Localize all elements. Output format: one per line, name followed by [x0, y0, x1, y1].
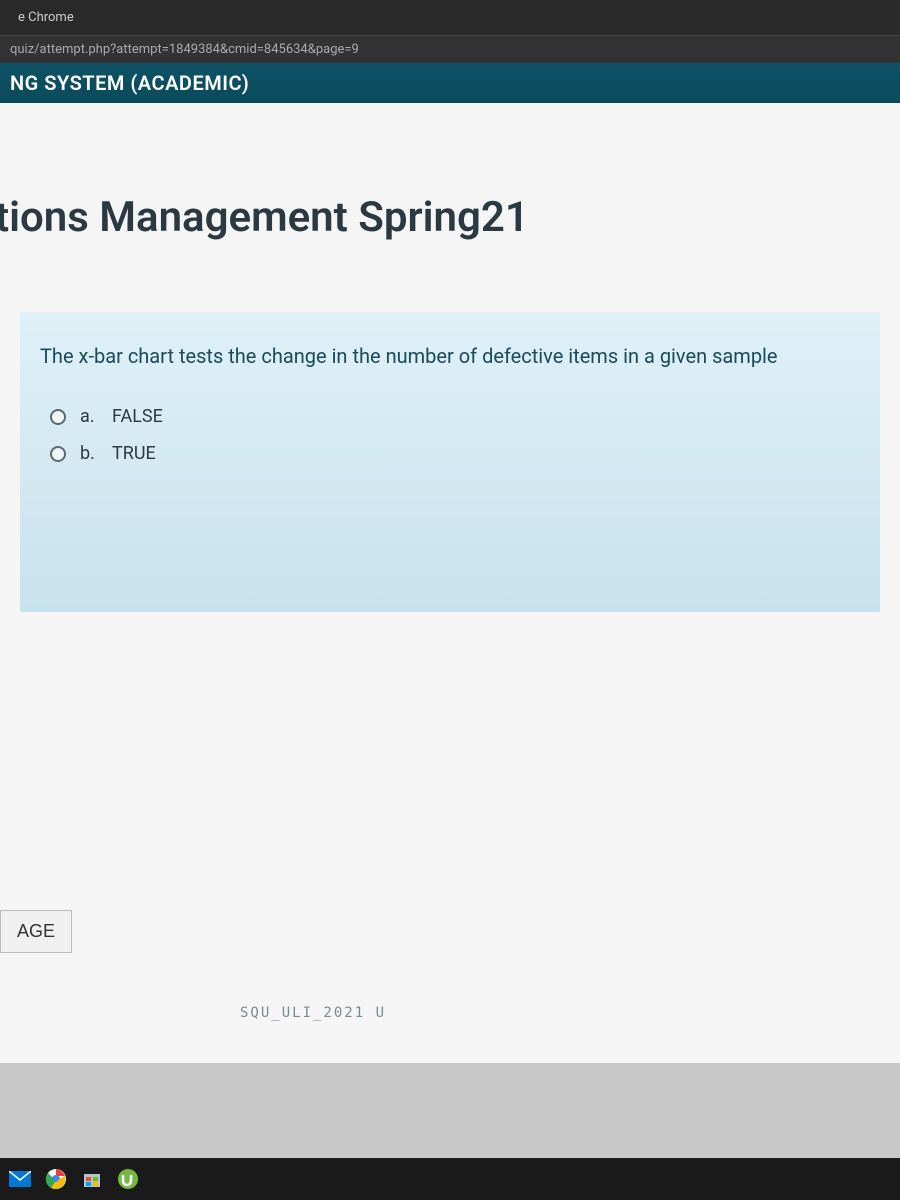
option-b-row[interactable]: b. TRUE — [40, 435, 860, 472]
windows-taskbar — [0, 1158, 900, 1200]
site-title: NG SYSTEM (ACADEMIC) — [10, 71, 249, 95]
option-b-label: TRUE — [112, 443, 156, 464]
radio-option-b[interactable] — [50, 446, 66, 462]
question-box: The x-bar chart tests the change in the … — [20, 312, 880, 612]
mail-icon[interactable] — [6, 1165, 34, 1193]
option-a-label: FALSE — [112, 406, 163, 427]
store-icon[interactable] — [78, 1165, 106, 1193]
option-a-row[interactable]: a. FALSE — [40, 398, 860, 435]
watermark-text: SQU_ULI_2021 U — [240, 1005, 386, 1021]
option-a-letter: a. — [80, 406, 104, 427]
radio-option-a[interactable] — [50, 409, 66, 425]
page-nav-button[interactable]: AGE — [0, 910, 72, 953]
utorrent-icon[interactable] — [114, 1165, 142, 1193]
chrome-icon[interactable] — [42, 1165, 70, 1193]
site-header: NG SYSTEM (ACADEMIC) — [0, 63, 900, 103]
option-b-letter: b. — [80, 443, 104, 464]
browser-url-bar[interactable]: quiz/attempt.php?attempt=1849384&cmid=84… — [0, 35, 900, 63]
question-text: The x-bar chart tests the change in the … — [40, 342, 860, 370]
content-area: tions Management Spring21 The x-bar char… — [0, 103, 900, 1063]
browser-tab-label[interactable]: e Chrome — [10, 6, 82, 29]
browser-tab-bar: e Chrome — [0, 0, 900, 35]
course-title: tions Management Spring21 — [0, 103, 900, 272]
url-text: quiz/attempt.php?attempt=1849384&cmid=84… — [10, 42, 359, 57]
